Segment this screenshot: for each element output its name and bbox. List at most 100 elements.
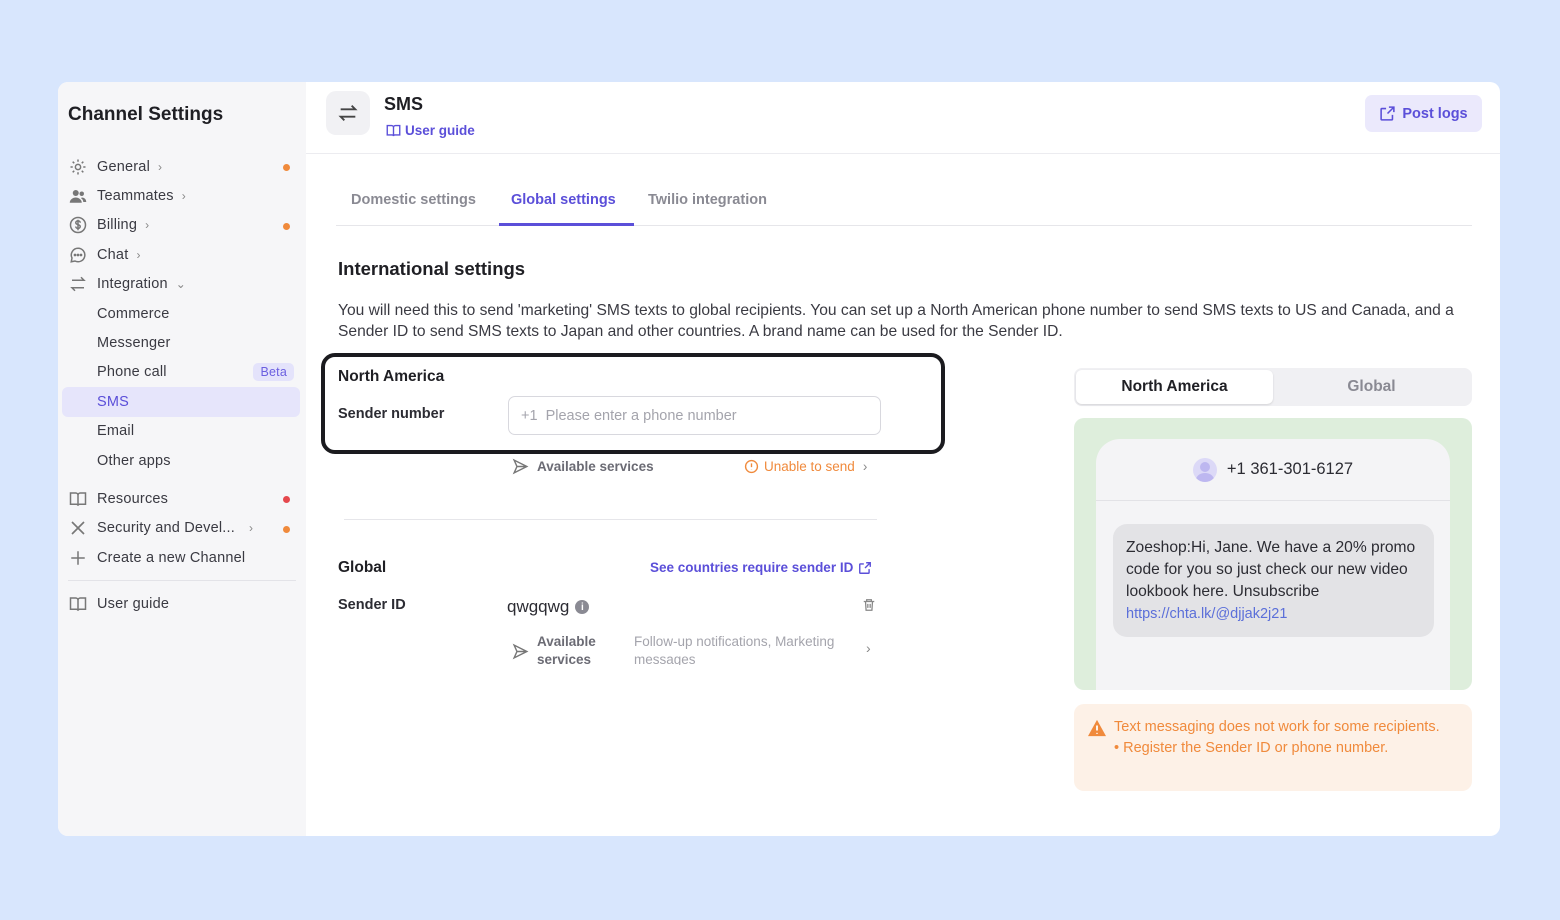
sidebar-item-user-guide[interactable]: User guide	[62, 589, 300, 618]
chevron-right-icon: ›	[145, 218, 150, 233]
available-line-1: Available	[537, 634, 596, 649]
notification-dot	[283, 164, 290, 171]
sidebar-item-teammates[interactable]: Teammates ›	[62, 181, 300, 210]
plus-icon	[68, 548, 88, 568]
book-icon	[386, 124, 401, 137]
sidebar-item-label: Other apps	[97, 452, 171, 469]
available-services: Available services	[512, 458, 654, 475]
settings-tabs: Domestic settings Global settings Twilio…	[336, 182, 1472, 226]
sidebar-item-create-channel[interactable]: Create a new Channel	[62, 543, 300, 572]
chevron-right-icon: ›	[158, 159, 163, 174]
sender-id-text: qwgqwg	[507, 597, 570, 616]
sidebar-item-email[interactable]: Email	[62, 417, 300, 446]
section-title: International settings	[338, 258, 526, 279]
book-icon	[68, 594, 88, 614]
contact-number: +1 361-301-6127	[1226, 460, 1354, 478]
notification-dot	[283, 222, 290, 230]
message-bubble: Zoeshop:Hi, Jane. We have a 20% promo co…	[1113, 524, 1434, 637]
north-america-heading: North America	[338, 368, 445, 385]
sender-id-label: Sender ID	[338, 597, 406, 613]
post-logs-button[interactable]: Post logs	[1365, 95, 1482, 132]
see-countries-link[interactable]: See countries require sender ID	[650, 560, 872, 575]
unable-to-send-label: Unable to send	[764, 459, 855, 474]
available-line-2: services	[537, 652, 592, 667]
toggle-north-america[interactable]: North America	[1076, 370, 1273, 404]
phone-mockup: +1 361-301-6127 Zoeshop:Hi, Jane. We hav…	[1096, 439, 1450, 690]
sidebar-nav: General › Teammates › Billing › Chat › I…	[62, 152, 300, 619]
unable-to-send-link[interactable]: Unable to send ›	[744, 459, 867, 474]
sidebar-item-label: SMS	[97, 393, 130, 410]
tab-twilio-integration[interactable]: Twilio integration	[648, 192, 767, 208]
tab-domestic-settings[interactable]: Domestic settings	[351, 192, 476, 208]
sidebar-item-label: Security and Devel...	[97, 520, 235, 537]
sidebar-item-label: Create a new Channel	[97, 549, 246, 566]
sidebar: Channel Settings General › Teammates › B…	[58, 82, 306, 836]
chat-icon	[68, 245, 88, 265]
toggle-global[interactable]: Global	[1273, 370, 1470, 404]
global-heading: Global	[338, 559, 387, 576]
send-icon	[512, 458, 529, 475]
sender-number-label: Sender number	[338, 406, 445, 422]
warning-banner: Text messaging does not work for some re…	[1074, 704, 1472, 791]
phone-preview-frame: +1 361-301-6127 Zoeshop:Hi, Jane. We hav…	[1074, 418, 1472, 690]
warning-line-2: • Register the Sender ID or phone number…	[1114, 740, 1389, 756]
sidebar-item-label: Teammates	[97, 188, 174, 205]
sidebar-item-label: Billing	[97, 217, 138, 234]
sidebar-item-commerce[interactable]: Commerce	[62, 299, 300, 328]
sidebar-item-billing[interactable]: Billing ›	[62, 211, 300, 240]
sidebar-item-chat[interactable]: Chat ›	[62, 240, 300, 269]
chevron-right-icon[interactable]: ›	[866, 640, 871, 656]
info-icon[interactable]: i	[575, 600, 590, 614]
region-toggle: North America Global	[1074, 368, 1472, 406]
alert-circle-icon	[744, 459, 759, 474]
divider	[68, 580, 296, 582]
sms-app-icon	[326, 91, 370, 135]
page-title: SMS	[384, 94, 424, 114]
sidebar-item-general[interactable]: General ›	[62, 152, 300, 181]
sidebar-item-phone-call[interactable]: Phone call Beta	[62, 358, 300, 387]
gear-icon	[68, 157, 88, 177]
available-services-label: Available services	[537, 633, 596, 669]
external-link-icon	[859, 561, 872, 574]
sidebar-item-messenger[interactable]: Messenger	[62, 328, 300, 357]
chevron-right-icon: ›	[862, 459, 868, 474]
sidebar-item-security[interactable]: Security and Devel... ›	[62, 514, 300, 543]
phone-header: +1 361-301-6127	[1096, 439, 1450, 501]
user-guide-link[interactable]: User guide	[386, 123, 475, 138]
users-icon	[68, 186, 88, 206]
app-window: Channel Settings General › Teammates › B…	[58, 82, 1500, 836]
available-services-label: Available services	[537, 459, 654, 474]
sidebar-item-resources[interactable]: Resources	[62, 484, 300, 513]
sidebar-item-label: Email	[97, 423, 135, 440]
user-guide-label: User guide	[405, 123, 475, 138]
sidebar-item-integration[interactable]: Integration ⌄	[62, 270, 300, 299]
divider	[344, 519, 877, 520]
send-icon	[512, 643, 529, 659]
phone-number-input[interactable]	[508, 396, 881, 435]
dollar-icon	[68, 215, 88, 235]
active-tab-indicator	[499, 223, 634, 226]
sidebar-item-label: Chat	[97, 246, 129, 263]
message-text: Zoeshop:Hi, Jane. We have a 20% promo co…	[1126, 539, 1416, 600]
trash-icon[interactable]	[862, 597, 876, 618]
message-link[interactable]: https://chta.lk/@djjak2j21	[1126, 606, 1287, 622]
sidebar-item-label: Phone call	[97, 364, 167, 381]
arrows-icon	[68, 274, 88, 294]
sidebar-item-label: Integration	[97, 276, 168, 293]
tab-global-settings[interactable]: Global settings	[511, 192, 616, 208]
warning-icon	[1087, 719, 1107, 742]
post-logs-label: Post logs	[1402, 105, 1468, 122]
sidebar-item-label: User guide	[97, 596, 170, 613]
sidebar-item-label: Messenger	[97, 335, 171, 352]
sidebar-item-label: Commerce	[97, 305, 170, 322]
sidebar-item-other-apps[interactable]: Other apps	[62, 446, 300, 475]
sidebar-item-sms[interactable]: SMS	[62, 387, 300, 417]
warning-line-1: Text messaging does not work for some re…	[1114, 719, 1440, 735]
available-services-global: Available services	[512, 633, 596, 669]
book-icon	[68, 489, 88, 509]
external-link-icon	[1380, 106, 1396, 121]
sidebar-title: Channel Settings	[68, 104, 224, 125]
sidebar-item-label: General	[97, 158, 150, 175]
services-list: Follow-up notifications, Marketing messa…	[634, 634, 835, 665]
